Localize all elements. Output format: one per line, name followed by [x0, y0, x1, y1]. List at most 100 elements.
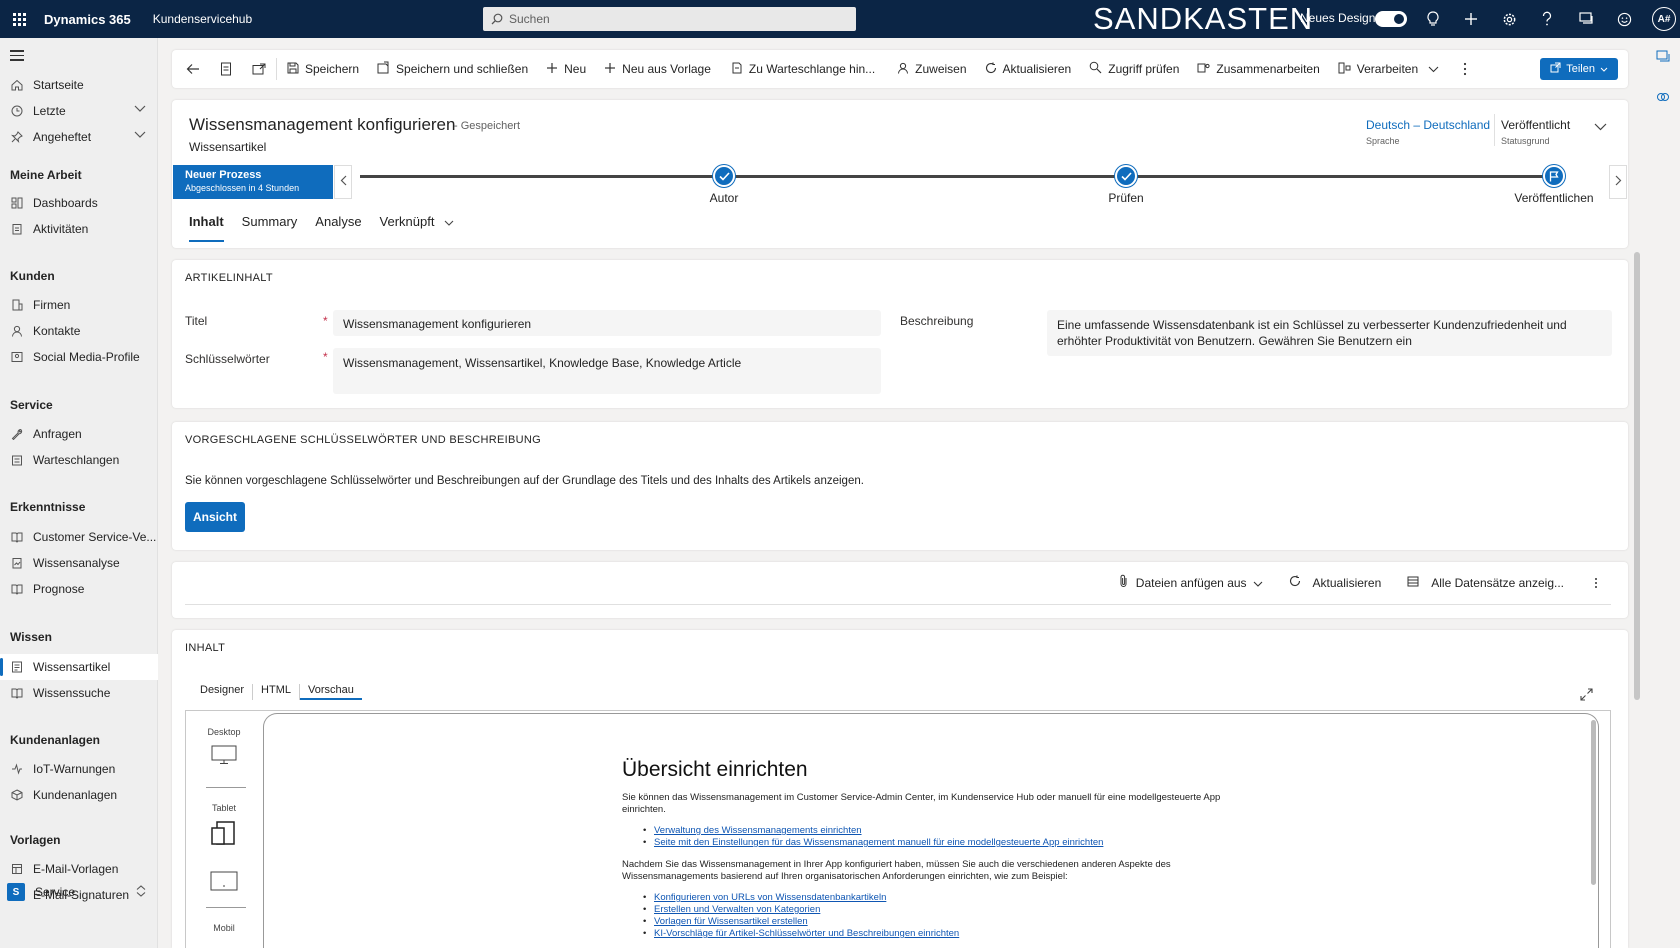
preview-link[interactable]: Erstellen und Verwalten von Kategorien	[643, 904, 820, 915]
collaborate-button[interactable]: Zusammenarbeiten	[1197, 50, 1320, 88]
expand-icon[interactable]	[1580, 688, 1593, 704]
language-field[interactable]: Deutsch – Deutschland Sprache	[1366, 118, 1490, 146]
chevron-down-icon[interactable]	[134, 130, 146, 142]
device-mobile[interactable]: Mobil	[186, 923, 262, 933]
sidebar-item-cases[interactable]: Anfragen	[0, 421, 158, 447]
show-all-records-button[interactable]: Alle Datensätze anzeig...	[1407, 576, 1564, 590]
new-from-template-button[interactable]: Neu aus Vorlage	[604, 50, 711, 88]
back-button[interactable]	[186, 50, 200, 88]
preview-link[interactable]: Konfigurieren von URLs von Wissensdatenb…	[643, 892, 886, 903]
sidebar-item-iot-alerts[interactable]: IoT-Warnungen	[0, 756, 158, 782]
sidebar-item-label: Aktivitäten	[33, 222, 89, 236]
add-to-queue-button[interactable]: Zu Warteschlange hin...	[731, 50, 875, 88]
editor-tab-preview[interactable]: Vorschau	[299, 684, 362, 700]
app-area-name[interactable]: Kundenservicehub	[153, 12, 252, 26]
hamburger-menu-icon[interactable]	[10, 50, 24, 64]
sidebar-item-customer-assets[interactable]: Kundenanlagen	[0, 782, 158, 808]
stage-next-button[interactable]	[1609, 165, 1627, 199]
command-bar: Speichern Speichern und schließen Neu Ne…	[172, 50, 1628, 88]
form-view-button[interactable]	[220, 50, 232, 88]
record-title: Wissensmanagement konfigurieren	[189, 115, 456, 134]
sidebar-item-home[interactable]: Startseite	[0, 72, 158, 98]
editor-tab-html[interactable]: HTML	[253, 684, 300, 700]
sidebar-item-knowledge-articles[interactable]: Wissensartikel	[0, 654, 158, 680]
app-name[interactable]: Dynamics 365	[44, 12, 131, 27]
app-launcher-icon[interactable]	[0, 0, 38, 38]
share-button[interactable]: Teilen	[1540, 58, 1618, 80]
sidebar-item-knowledge-analytics[interactable]: Wissensanalyse	[0, 550, 158, 576]
user-avatar[interactable]: A#	[1652, 7, 1676, 31]
chevron-down-icon[interactable]	[1594, 120, 1607, 134]
refresh-button[interactable]: Aktualisieren	[985, 50, 1071, 88]
refresh-icon	[1289, 575, 1301, 590]
smiley-icon[interactable]	[1614, 9, 1634, 29]
chat-icon[interactable]	[1576, 9, 1596, 29]
keywords-field[interactable]: Wissensmanagement, Wissensartikel, Knowl…	[333, 348, 881, 394]
sidebar-item-recent[interactable]: Letzte	[0, 98, 158, 124]
attach-files-button[interactable]: Dateien anfügen aus	[1119, 574, 1263, 591]
sidebar-item-contacts[interactable]: Kontakte	[0, 318, 158, 344]
sidebar-item-social-profiles[interactable]: Social Media-Profile	[0, 344, 158, 370]
required-marker: *	[323, 314, 328, 328]
help-icon[interactable]	[1537, 9, 1557, 29]
gear-icon[interactable]	[1499, 9, 1519, 29]
productivity-pane-icon[interactable]	[1656, 50, 1670, 67]
tab-inhalt[interactable]: Inhalt	[189, 214, 224, 242]
preview-link[interactable]: Verwaltung des Wissensmanagements einric…	[643, 825, 862, 836]
view-suggestions-button[interactable]: Ansicht	[185, 502, 245, 532]
chevron-down-icon[interactable]	[134, 104, 146, 116]
copilot-icon[interactable]	[1656, 90, 1670, 107]
language-label: Sprache	[1366, 136, 1400, 146]
device-desktop[interactable]: Desktop	[186, 727, 262, 767]
check-access-button[interactable]: Zugriff prüfen	[1089, 50, 1179, 88]
show-all-records-label: Alle Datensätze anzeig...	[1431, 575, 1564, 590]
page-scrollbar[interactable]	[1634, 252, 1640, 700]
sidebar-item-label: Prognose	[33, 582, 85, 596]
subgrid-refresh-button[interactable]: Aktualisieren	[1289, 575, 1381, 590]
lightbulb-icon[interactable]	[1423, 9, 1443, 29]
clock-icon	[10, 104, 24, 118]
device-tablet-portrait[interactable]	[186, 871, 262, 893]
sidebar-item-dashboards[interactable]: Dashboards	[0, 190, 158, 216]
preview-intro: Sie können das Wissensmanagement im Cust…	[622, 792, 1221, 815]
preview-link[interactable]: Seite mit den Einstellungen für das Wiss…	[643, 837, 1103, 848]
device-tablet[interactable]: Tablet	[186, 803, 262, 849]
plus-icon[interactable]	[1461, 9, 1481, 29]
area-switcher[interactable]: S Service	[0, 876, 158, 908]
stage-author[interactable]: Autor	[664, 165, 784, 205]
sidebar-item-forecast[interactable]: Prognose	[0, 576, 158, 602]
save-and-close-button[interactable]: Speichern und schließen	[377, 50, 528, 88]
sidebar-item-label: IoT-Warnungen	[33, 762, 116, 776]
tab-analyse[interactable]: Analyse	[315, 214, 361, 242]
editor-tab-designer[interactable]: Designer	[192, 684, 254, 700]
tab-verknuepft[interactable]: Verknüpft	[380, 214, 455, 242]
preview-link[interactable]: Vorlagen für Wissensartikel erstellen	[643, 916, 808, 927]
more-commands-icon[interactable]	[1463, 50, 1467, 88]
process-button[interactable]: Verarbeiten	[1338, 50, 1439, 88]
save-button[interactable]: Speichern	[287, 50, 359, 88]
search-input[interactable]: Suchen	[483, 7, 856, 31]
sidebar-item-pinned[interactable]: Angeheftet	[0, 124, 158, 150]
preview-link[interactable]: KI-Vorschläge für Artikel-Schlüsselwörte…	[643, 928, 959, 939]
preview-scrollbar[interactable]	[1591, 720, 1596, 885]
stage-prev-button[interactable]	[334, 165, 352, 199]
new-button[interactable]: Neu	[546, 50, 586, 88]
preview-frame: Desktop Tablet Mobil Übersicht einrichte…	[185, 710, 1611, 948]
sidebar-item-activities[interactable]: Aktivitäten	[0, 216, 158, 242]
stage-publish[interactable]: Veröffentlichen	[1494, 165, 1614, 205]
book-icon	[10, 530, 24, 544]
assign-button[interactable]: Zuweisen	[897, 50, 967, 88]
new-design-toggle[interactable]	[1375, 11, 1407, 27]
title-field[interactable]: Wissensmanagement konfigurieren	[333, 310, 881, 336]
stage-review[interactable]: Prüfen	[1066, 165, 1186, 205]
tab-summary[interactable]: Summary	[242, 214, 298, 242]
sidebar-item-cs-insights[interactable]: Customer Service-Ve...	[0, 524, 158, 550]
sidebar-item-accounts[interactable]: Firmen	[0, 292, 158, 318]
sidebar-item-queues[interactable]: Warteschlangen	[0, 447, 158, 473]
process-name-panel[interactable]: Neuer Prozess Abgeschlossen in 4 Stunden	[173, 165, 333, 199]
sidebar-item-knowledge-search[interactable]: Wissenssuche	[0, 680, 158, 706]
section-title: ARTIKELINHALT	[185, 272, 273, 284]
more-options-icon[interactable]	[1594, 577, 1598, 589]
open-new-window-button[interactable]	[252, 50, 266, 88]
description-field[interactable]: Eine umfassende Wissensdatenbank ist ein…	[1047, 310, 1612, 356]
